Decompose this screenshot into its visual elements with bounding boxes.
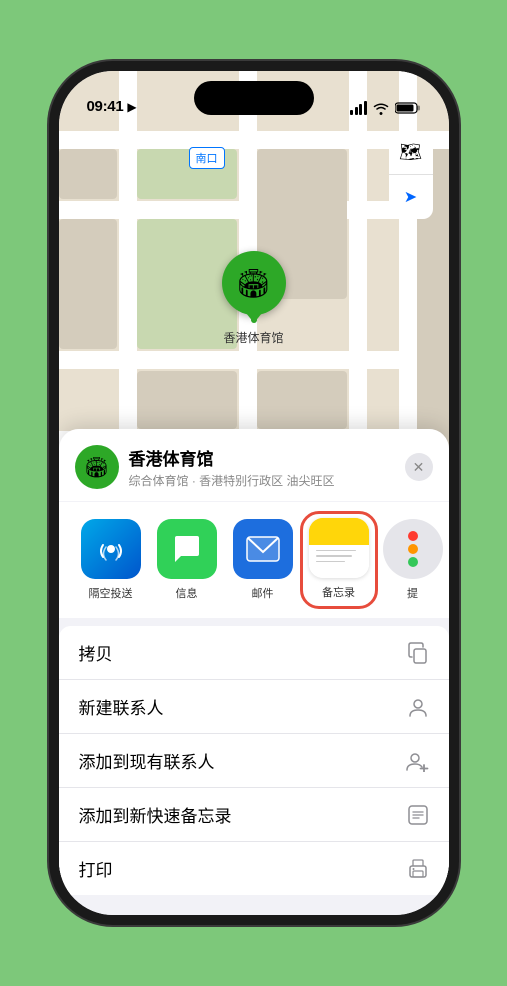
notes-icon-wrap [309,518,369,578]
notes-line3 [316,561,346,563]
dynamic-island [194,81,314,115]
action-quick-note[interactable]: 添加到新快速备忘录 [59,788,449,842]
bottom-sheet: 🏟 香港体育馆 综合体育馆 · 香港特别行政区 油尖旺区 ✕ [59,429,449,915]
print-icon [407,858,429,880]
copy-icon [407,642,429,664]
airdrop-icon-wrap [81,519,141,579]
venue-info: 香港体育馆 综合体育馆 · 香港特别行政区 油尖旺区 [129,445,405,489]
more-label: 提 [407,585,418,601]
close-icon: ✕ [413,459,425,476]
more-orange [408,544,418,554]
notes-label: 备忘录 [322,584,355,600]
venue-icon-emoji: 🏟 [84,455,109,480]
mail-label: 邮件 [252,585,274,601]
action-list: 拷贝 新建联系人 添加到现有联系人 [59,626,449,895]
share-item-airdrop[interactable]: 隔空投送 [75,519,147,601]
share-item-mail[interactable]: 邮件 [227,519,299,601]
battery-icon [395,101,421,115]
mail-icon-wrap [233,519,293,579]
location-label: 南口 [189,147,225,169]
new-contact-icon [407,696,429,718]
map-controls[interactable]: 🗺 ➤ [389,131,433,219]
bar4 [364,101,367,115]
map-icon: 🗺 [399,142,422,163]
more-green [408,557,418,567]
share-item-notes[interactable]: 备忘录 [303,514,375,606]
location-icon: ▶ [127,100,136,114]
more-button [383,519,443,579]
share-row: 隔空投送 信息 邮件 [59,502,449,618]
notes-yellow [309,518,369,545]
quick-note-icon [407,804,429,826]
print-label: 打印 [79,856,113,881]
new-contact-label: 新建联系人 [79,694,164,719]
action-add-existing[interactable]: 添加到现有联系人 [59,734,449,788]
bar3 [359,104,362,115]
mail-icon [246,536,280,562]
airdrop-label: 隔空投送 [89,585,133,601]
notes-line1 [316,550,356,552]
status-time: 09:41 [87,98,124,115]
action-new-contact[interactable]: 新建联系人 [59,680,449,734]
notes-lines-wrap [316,550,362,563]
venue-subtitle: 综合体育馆 · 香港特别行政区 油尖旺区 [129,472,405,489]
messages-icon-wrap [157,519,217,579]
map-type-button[interactable]: 🗺 [389,131,433,175]
phone-frame: 09:41 ▶ [59,71,449,915]
bar1 [350,110,353,115]
venue-name: 香港体育馆 [129,445,405,470]
block8 [59,219,117,349]
venue-pin[interactable]: 🏟 香港体育馆 [222,251,286,346]
compass-button[interactable]: ➤ [389,175,433,219]
share-item-more[interactable]: 提 [383,519,443,601]
pin-circle: 🏟 [222,251,286,315]
add-existing-label: 添加到现有联系人 [79,748,215,773]
location-label-text: 南口 [196,153,218,165]
add-existing-icon [405,750,429,772]
compass-icon: ➤ [404,187,417,207]
action-copy[interactable]: 拷贝 [59,626,449,680]
copy-label: 拷贝 [79,640,113,665]
more-red [408,531,418,541]
pin-label: 香港体育馆 [223,329,283,346]
pin-icon: 🏟 [236,267,272,300]
wifi-icon [373,101,389,115]
block7 [59,149,117,199]
messages-label: 信息 [176,585,198,601]
signal-bars [350,101,367,115]
close-button[interactable]: ✕ [405,453,433,481]
messages-icon [171,534,203,564]
airdrop-icon [95,533,127,565]
quick-note-label: 添加到新快速备忘录 [79,802,232,827]
venue-icon-small: 🏟 [75,445,119,489]
action-print[interactable]: 打印 [59,842,449,895]
notes-line2 [316,555,353,557]
block2 [137,371,237,429]
share-item-messages[interactable]: 信息 [151,519,223,601]
bar2 [355,107,358,115]
sheet-header: 🏟 香港体育馆 综合体育馆 · 香港特别行政区 油尖旺区 ✕ [59,429,449,501]
block3 [257,371,347,429]
status-icons [350,101,421,115]
